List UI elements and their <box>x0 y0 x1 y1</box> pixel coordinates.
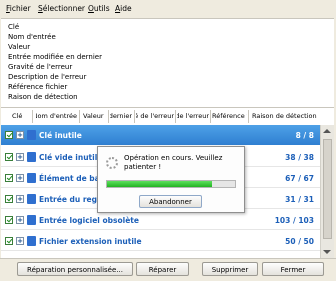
details-pane: Clé Nom d'entrée Valeur Entrée modifiée … <box>1 18 334 107</box>
list-header: Clé Nom d'entrée Valeur Entrée modifiée … <box>1 107 334 126</box>
expand-icon[interactable]: + <box>16 216 24 224</box>
expand-icon[interactable]: + <box>16 195 24 203</box>
button-bar: Réparation personnalisée... Réparer Supp… <box>0 258 336 281</box>
progress-bar <box>106 180 236 188</box>
vertical-scrollbar[interactable] <box>320 125 334 258</box>
detail-valeur: Valeur <box>8 43 31 51</box>
detail-description: Description de l'erreur <box>8 73 87 81</box>
column-separator[interactable] <box>210 110 211 123</box>
checkbox[interactable] <box>5 153 13 161</box>
category-count: 103 / 103 <box>274 216 314 225</box>
column-separator[interactable] <box>134 110 135 123</box>
menu-fichier[interactable]: Fichier <box>6 4 31 13</box>
scroll-down-icon[interactable] <box>323 250 331 254</box>
registry-key-icon <box>27 173 36 183</box>
detail-raison-detection: Raison de détection <box>8 93 78 101</box>
category-count: 31 / 31 <box>285 195 314 204</box>
close-button[interactable]: Fermer <box>262 262 324 276</box>
column-separator[interactable] <box>175 110 176 123</box>
checkbox[interactable] <box>5 216 13 224</box>
abort-button[interactable]: Abandonner <box>139 195 202 208</box>
list-item[interactable]: + Fichier extension inutile 50 / 50 <box>1 231 320 251</box>
row-divider <box>1 229 320 230</box>
expand-icon[interactable]: + <box>16 174 24 182</box>
checkbox[interactable] <box>5 237 13 245</box>
category-label: Clé inutile <box>39 131 82 140</box>
list-item[interactable]: + Entrée logiciel obsolète 103 / 103 <box>1 210 320 230</box>
column-header-raison-detection[interactable]: Raison de détection <box>252 112 327 120</box>
menu-selectionner[interactable]: Sélectionner <box>38 4 85 13</box>
column-separator[interactable] <box>32 110 33 123</box>
column-header-reference-fichier[interactable]: Référence fichier <box>212 112 247 120</box>
registry-key-icon <box>27 236 36 246</box>
progress-message: Opération en cours. Veuillez patienter ! <box>124 154 223 171</box>
category-count: 38 / 38 <box>285 153 314 162</box>
detail-nom-entree: Nom d'entrée <box>8 33 56 41</box>
registry-key-icon <box>27 194 36 204</box>
category-count: 8 / 8 <box>295 131 314 140</box>
category-label: Entrée logiciel obsolète <box>39 216 139 225</box>
detail-cle: Clé <box>8 23 20 31</box>
column-header-valeur[interactable]: Valeur <box>83 112 107 120</box>
column-header-gravite[interactable]: Gravité de l'erreur <box>136 112 174 120</box>
checkbox[interactable] <box>5 131 13 139</box>
column-header-entree-modifiee[interactable]: Entrée modifiée en dernier <box>110 112 132 120</box>
expand-icon[interactable]: + <box>16 131 24 139</box>
column-header-nom-entree[interactable]: Nom d'entrée <box>36 112 77 120</box>
scroll-thumb[interactable] <box>323 139 332 239</box>
spinner-icon <box>106 157 118 169</box>
repair-button[interactable]: Réparer <box>136 262 189 276</box>
custom-repair-button[interactable]: Réparation personnalisée... <box>17 262 133 276</box>
expand-icon[interactable]: + <box>16 153 24 161</box>
menu-outils[interactable]: Outils <box>88 4 110 13</box>
checkbox[interactable] <box>5 195 13 203</box>
detail-reference-fichier: Référence fichier <box>8 83 68 91</box>
row-divider <box>1 250 320 251</box>
detail-entree-modifiee: Entrée modifiée en dernier <box>8 53 102 61</box>
progress-dialog: Opération en cours. Veuillez patienter !… <box>97 146 245 213</box>
scroll-up-icon[interactable] <box>323 129 331 133</box>
category-label: Clé vide inutile <box>39 153 103 162</box>
column-separator[interactable] <box>79 110 80 123</box>
progress-fill <box>107 181 212 187</box>
column-header-cle[interactable]: Clé <box>12 112 31 120</box>
category-count: 50 / 50 <box>285 237 314 246</box>
delete-button[interactable]: Supprimer <box>202 262 258 276</box>
menu-aide[interactable]: Aide <box>115 4 132 13</box>
category-count: 67 / 67 <box>285 174 314 183</box>
registry-key-icon <box>27 215 36 225</box>
registry-key-icon <box>27 152 36 162</box>
column-header-description[interactable]: Description de l'erreur <box>177 112 209 120</box>
expand-icon[interactable]: + <box>16 237 24 245</box>
category-label: Fichier extension inutile <box>39 237 142 246</box>
registry-key-icon <box>27 130 36 140</box>
column-separator[interactable] <box>248 110 249 123</box>
checkbox[interactable] <box>5 174 13 182</box>
column-separator[interactable] <box>108 110 109 123</box>
menu-bar: Fichier Sélectionner Outils Aide <box>0 0 336 18</box>
detail-gravite: Gravité de l'erreur <box>8 63 73 71</box>
list-item[interactable]: + Clé inutile 8 / 8 <box>1 125 320 145</box>
